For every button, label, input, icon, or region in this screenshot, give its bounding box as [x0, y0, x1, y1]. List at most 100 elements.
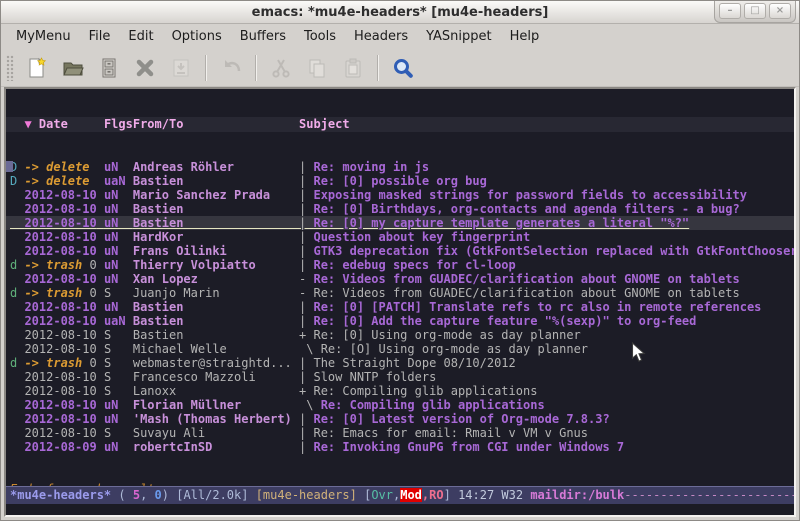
row-subject: GTK3 deprecation fix (GtkFontSelection r…: [313, 244, 794, 258]
menu-yasnippet[interactable]: YASnippet: [417, 26, 501, 47]
row-flags: S: [104, 356, 133, 370]
column-date[interactable]: Date: [32, 117, 104, 131]
minimize-button[interactable]: –: [719, 3, 741, 19]
row-from: Florian Müllner: [133, 398, 299, 412]
paste-icon: [341, 56, 365, 80]
column-subject[interactable]: Subject: [299, 117, 350, 131]
title-bar[interactable]: emacs: *mu4e-headers* [mu4e-headers] –□×: [1, 1, 799, 24]
maximize-button[interactable]: □: [744, 3, 766, 19]
row-flags: uN: [104, 244, 133, 258]
open-file-button[interactable]: [55, 53, 91, 83]
message-row[interactable]: d -> trash 0 uN Thierry Volpiatto | Re: …: [10, 258, 794, 272]
end-of-results: End of search results: [10, 482, 794, 486]
message-row[interactable]: D -> delete uN Andreas Röhler | Re: movi…: [10, 160, 794, 174]
message-row[interactable]: D -> delete uaN Bastien | Re: [0] possib…: [10, 174, 794, 188]
message-row[interactable]: 2012-08-10 S Francesco Mazzoli | Slow NN…: [10, 370, 794, 384]
menu-edit[interactable]: Edit: [119, 26, 162, 47]
dired-button[interactable]: [91, 53, 127, 83]
buffer-area[interactable]: ▼ Date FlgsFrom/To Subject D -> delete u…: [6, 89, 794, 486]
column-from[interactable]: From/To: [133, 117, 299, 131]
toolbar: [1, 49, 799, 87]
modeline-dim: ,: [140, 488, 154, 502]
row-date-extra: [89, 160, 103, 174]
row-flags: uN: [104, 160, 133, 174]
menu-file[interactable]: File: [80, 26, 120, 47]
emacs-frame: ▼ Date FlgsFrom/To Subject D -> delete u…: [4, 87, 796, 517]
row-flags: uN: [104, 272, 133, 286]
search-button[interactable]: [385, 53, 421, 83]
row-from: HardKor: [133, 230, 299, 244]
scrollbar-thumb[interactable]: [6, 161, 13, 172]
message-row[interactable]: 2012-08-10 uN HardKor | Question about k…: [10, 230, 794, 244]
row-thread-mark: |: [299, 426, 313, 440]
row-subject: Re: [0] Latest version of Org-mode 7.8.3…: [313, 412, 609, 426]
message-row[interactable]: 2012-08-10 uaN Bastien | Re: [0] Add the…: [10, 314, 794, 328]
row-date: 2012-08-10: [24, 370, 96, 384]
save-buffer-button: [163, 53, 199, 83]
close-buffer-button[interactable]: [127, 53, 163, 83]
row-subject: Re: Compiling glib applications: [321, 398, 545, 412]
message-row[interactable]: d -> trash 0 S Juanjo Marin - Re: Videos…: [10, 286, 794, 300]
row-line: d -> trash 0 S Juanjo Marin - Re: Videos…: [10, 286, 740, 300]
toolbar-separator: [205, 55, 207, 81]
row-date: 2012-08-10: [24, 300, 96, 314]
message-row[interactable]: 2012-08-10 uN 'Mash (Thomas Herbert) | R…: [10, 412, 794, 426]
menu-headers[interactable]: Headers: [345, 26, 417, 47]
mode-line: *mu4e-headers* ( 5, 0) [All/2.0k] [mu4e-…: [6, 486, 794, 504]
modeline-name: [mu4e-headers]: [256, 488, 364, 502]
row-date: 2012-08-09: [24, 440, 96, 454]
message-row[interactable]: 2012-08-10 uN Frans Oilinki | GTK3 depre…: [10, 244, 794, 258]
message-row[interactable]: 2012-08-10 S Suvayu Ali | Re: Emacs for …: [10, 426, 794, 440]
echo-area[interactable]: [6, 504, 794, 515]
row-line: 2012-08-10 uN Bastien | Re: [0] [PATCH] …: [10, 300, 761, 314]
message-row[interactable]: 2012-08-09 uN robertcInSD | Re: Invoking…: [10, 440, 794, 454]
row-mark: [10, 216, 24, 230]
message-row[interactable]: 2012-08-10 S Lanoxx + Re: Compiling glib…: [10, 384, 794, 398]
menu-help[interactable]: Help: [501, 26, 549, 47]
message-row[interactable]: 2012-08-10 uN Florian Müllner \ Re: Comp…: [10, 398, 794, 412]
row-date: -> delete: [24, 160, 89, 174]
undo-icon: [219, 56, 243, 80]
sort-arrow-icon[interactable]: ▼: [24, 117, 31, 131]
row-from: Xan Lopez: [133, 272, 299, 286]
message-row-current[interactable]: 2012-08-10 uN Bastien | Re: [0] my captu…: [6, 216, 794, 230]
row-flags: S: [104, 426, 133, 440]
close-button[interactable]: ×: [769, 3, 791, 19]
row-subject: Re: [0] Birthdays, org-contacts and agen…: [313, 202, 739, 216]
message-row[interactable]: 2012-08-10 uN Bastien | Re: [0] Birthday…: [10, 202, 794, 216]
row-from: Frans Oilinki: [133, 244, 299, 258]
row-from: Suvayu Ali: [133, 426, 299, 440]
window-title: emacs: *mu4e-headers* [mu4e-headers]: [252, 5, 549, 20]
column-flags[interactable]: Flgs: [104, 117, 133, 131]
row-mark: [10, 370, 24, 384]
message-row[interactable]: 2012-08-10 S Michael Welle \ Re: [O] Usi…: [10, 342, 794, 356]
menu-buffers[interactable]: Buffers: [231, 26, 295, 47]
modeline-ro: RO: [429, 488, 443, 502]
message-row[interactable]: 2012-08-10 uN Mario Sanchez Prada | Expo…: [10, 188, 794, 202]
row-mark: [10, 272, 24, 286]
row-date-extra: [97, 314, 104, 328]
row-date-extra: [97, 272, 104, 286]
row-flags: uN: [104, 398, 133, 412]
message-row[interactable]: 2012-08-10 uN Bastien | Re: [0] [PATCH] …: [10, 300, 794, 314]
message-row[interactable]: 2012-08-10 S Bastien + Re: [0] Using org…: [10, 328, 794, 342]
row-subject: Re: [0] Using org-mode as day planner: [313, 328, 580, 342]
message-row[interactable]: 2012-08-10 uN Xan Lopez - Re: Videos fro…: [10, 272, 794, 286]
menu-options[interactable]: Options: [163, 26, 231, 47]
new-file-button[interactable]: [19, 53, 55, 83]
row-from: 'Mash (Thomas Herbert): [133, 412, 299, 426]
row-date-extra: 0: [82, 286, 104, 300]
menu-mymenu[interactable]: MyMenu: [7, 26, 80, 47]
row-subject: Exposing masked strings for password fie…: [313, 188, 746, 202]
row-subject: Re: edebug specs for cl-loop: [313, 258, 515, 272]
toolbar-drag-handle-icon[interactable]: [6, 55, 14, 81]
row-line: 2012-08-10 S Suvayu Ali | Re: Emacs for …: [10, 426, 588, 440]
row-mark: [10, 426, 24, 440]
modeline-dir: maildir:/bulk: [530, 488, 624, 502]
row-date-extra: [97, 230, 104, 244]
row-from: Andreas Röhler: [133, 160, 299, 174]
message-row[interactable]: d -> trash 0 S webmaster@straightd... | …: [10, 356, 794, 370]
row-subject: Re: [0] possible org bug: [313, 174, 486, 188]
row-date-extra: [97, 202, 104, 216]
menu-tools[interactable]: Tools: [295, 26, 345, 47]
